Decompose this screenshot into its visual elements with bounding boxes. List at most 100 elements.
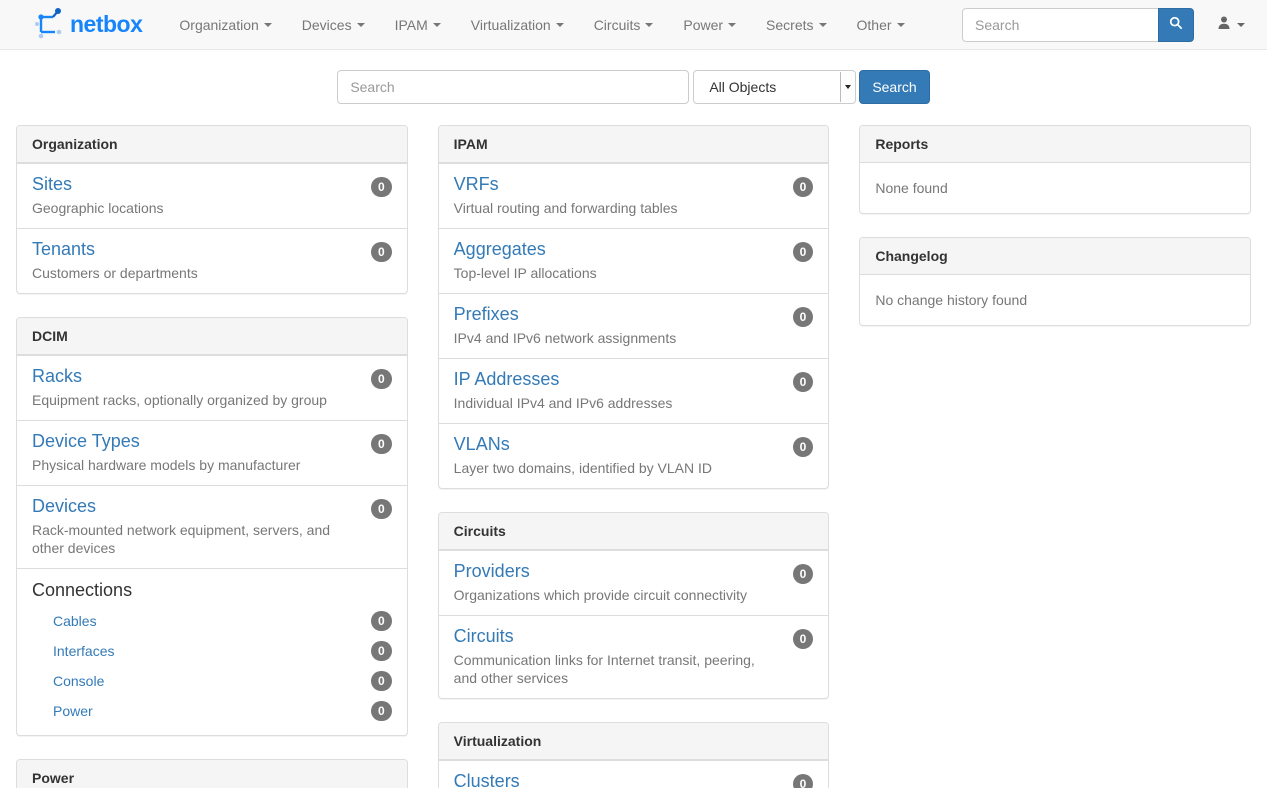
panel-empty-text: No change history found <box>860 275 1250 325</box>
list-item-clusters: 0Clusters <box>439 760 829 788</box>
link-circuits[interactable]: Circuits <box>454 626 514 646</box>
item-description: Virtual routing and forwarding tables <box>454 199 814 217</box>
navbar-menu: Organization Devices IPAM Virtualization… <box>164 0 919 49</box>
nav-menu-power[interactable]: Power <box>668 0 751 49</box>
link-power[interactable]: Power <box>53 703 93 719</box>
top-navbar: netbox Organization Devices IPAM Virtual… <box>0 0 1267 50</box>
item-title: Aggregates <box>454 239 814 260</box>
link-cables[interactable]: Cables <box>53 613 97 629</box>
object-type-select[interactable]: All Objects <box>693 70 856 104</box>
section-row-interfaces: Interfaces 0 <box>32 636 392 666</box>
nav-menu-secrets[interactable]: Secrets <box>751 0 841 49</box>
caret-down-icon <box>264 23 272 27</box>
caret-down-icon <box>1237 23 1245 27</box>
item-description: Top-level IP allocations <box>454 264 814 282</box>
panel-title-dcim: DCIM <box>17 318 407 355</box>
column-middle: IPAM0VRFsVirtual routing and forwarding … <box>438 125 830 788</box>
panel-title-reports: Reports <box>860 126 1250 163</box>
link-prefixes[interactable]: Prefixes <box>454 304 519 324</box>
panel-title-organization: Organization <box>17 126 407 163</box>
netbox-brand-link[interactable]: netbox <box>0 0 152 49</box>
item-description: Rack-mounted network equipment, servers,… <box>32 521 392 557</box>
nav-menu-virtualization[interactable]: Virtualization <box>456 0 579 49</box>
link-vrfs[interactable]: VRFs <box>454 174 499 194</box>
item-title: Prefixes <box>454 304 814 325</box>
global-search-button[interactable]: Search <box>859 70 929 104</box>
panel-organization: Organization0SitesGeographic locations0T… <box>16 125 408 294</box>
list-item-aggregates: 0AggregatesTop-level IP allocations <box>439 228 829 293</box>
column-left: Organization 0 Sites Geographic locations 0 T… <box>16 125 408 788</box>
link-clusters[interactable]: Clusters <box>454 771 520 788</box>
caret-down-icon <box>845 85 851 89</box>
list-item-vlans: 0VLANsLayer two domains, identified by V… <box>439 423 829 488</box>
list-item-sites: 0SitesGeographic locations <box>17 163 407 228</box>
link-device-types[interactable]: Device Types <box>32 431 140 451</box>
count-badge: 0 <box>371 434 392 454</box>
item-description: Communication links for Internet transit… <box>454 651 814 687</box>
nav-menu-organization[interactable]: Organization <box>164 0 286 49</box>
link-ip-addresses[interactable]: IP Addresses <box>454 369 560 389</box>
item-description: Individual IPv4 and IPv6 addresses <box>454 394 814 412</box>
item-description: Physical hardware models by manufacturer <box>32 456 392 474</box>
list-item-devices: 0 Devices Rack-mounted network equipment, … <box>17 485 407 568</box>
section-connections: Connections Cables 0 Interfaces 0 Console 0 Pow… <box>17 568 407 735</box>
item-title: Sites <box>32 174 392 195</box>
nav-menu-ipam[interactable]: IPAM <box>380 0 456 49</box>
item-title: Tenants <box>32 239 392 260</box>
caret-down-icon <box>819 23 827 27</box>
item-description: Customers or departments <box>32 264 392 282</box>
item-title: IP Addresses <box>454 369 814 390</box>
navbar-search-form <box>962 8 1194 42</box>
section-row-power: Power0 <box>32 696 392 726</box>
select-arrow <box>840 72 854 102</box>
navbar-search-button[interactable] <box>1158 8 1194 42</box>
link-providers[interactable]: Providers <box>454 561 530 581</box>
item-title: Clusters <box>454 771 814 788</box>
list-item-prefixes: 0PrefixesIPv4 and IPv6 network assignmen… <box>439 293 829 358</box>
nav-menu-circuits[interactable]: Circuits <box>579 0 669 49</box>
panel-reports: ReportsNone found <box>859 125 1251 214</box>
link-vlans[interactable]: VLANs <box>454 434 510 454</box>
panel-title-power: Power <box>17 760 407 788</box>
section-title: Connections <box>32 579 392 601</box>
item-title: Devices <box>32 496 392 517</box>
count-badge: 0 <box>371 641 392 661</box>
panel-title-changelog: Changelog <box>860 238 1250 275</box>
link-racks[interactable]: Racks <box>32 366 82 386</box>
nav-menu-devices[interactable]: Devices <box>287 0 380 49</box>
item-description: IPv4 and IPv6 network assignments <box>454 329 814 347</box>
user-icon <box>1216 15 1232 34</box>
link-tenants[interactable]: Tenants <box>32 239 95 259</box>
nav-menu-other[interactable]: Other <box>842 0 920 49</box>
caret-down-icon <box>897 23 905 27</box>
item-description: Geographic locations <box>32 199 392 217</box>
panel-circuits: Circuits 0ProvidersOrganizations which pr… <box>438 512 830 699</box>
count-badge: 0 <box>371 671 392 691</box>
count-badge: 0 <box>371 242 392 262</box>
global-search-input[interactable] <box>337 70 689 104</box>
list-item-providers: 0ProvidersOrganizations which provide ci… <box>439 550 829 615</box>
item-description: Organizations which provide circuit conn… <box>454 586 814 604</box>
list-item-vrfs: 0VRFsVirtual routing and forwarding tabl… <box>439 163 829 228</box>
item-title: Device Types <box>32 431 392 452</box>
navbar-search-input[interactable] <box>962 8 1159 42</box>
link-console[interactable]: Console <box>53 673 104 689</box>
list-item-racks: 0RacksEquipment racks, optionally organi… <box>17 355 407 420</box>
global-search-bar: All Objects Search <box>0 70 1267 104</box>
section-row-console: Console 0 <box>32 666 392 696</box>
link-sites[interactable]: Sites <box>32 174 72 194</box>
panel-changelog: ChangelogNo change history found <box>859 237 1251 326</box>
list-item-circuits: 0CircuitsCommunication links for Interne… <box>439 615 829 698</box>
link-devices[interactable]: Devices <box>32 496 96 516</box>
list-item-ip-addresses: 0IP AddressesIndividual IPv4 and IPv6 ad… <box>439 358 829 423</box>
link-aggregates[interactable]: Aggregates <box>454 239 546 259</box>
user-menu-dropdown[interactable] <box>1194 15 1255 34</box>
count-badge: 0 <box>371 611 392 631</box>
brand-name: netbox <box>70 11 142 38</box>
link-interfaces[interactable]: Interfaces <box>53 643 114 659</box>
column-right: ReportsNone found ChangelogNo change hist… <box>859 125 1251 788</box>
count-badge: 0 <box>371 499 392 519</box>
item-title: Providers <box>454 561 814 582</box>
item-title: Circuits <box>454 626 814 647</box>
panel-title-ipam: IPAM <box>439 126 829 163</box>
